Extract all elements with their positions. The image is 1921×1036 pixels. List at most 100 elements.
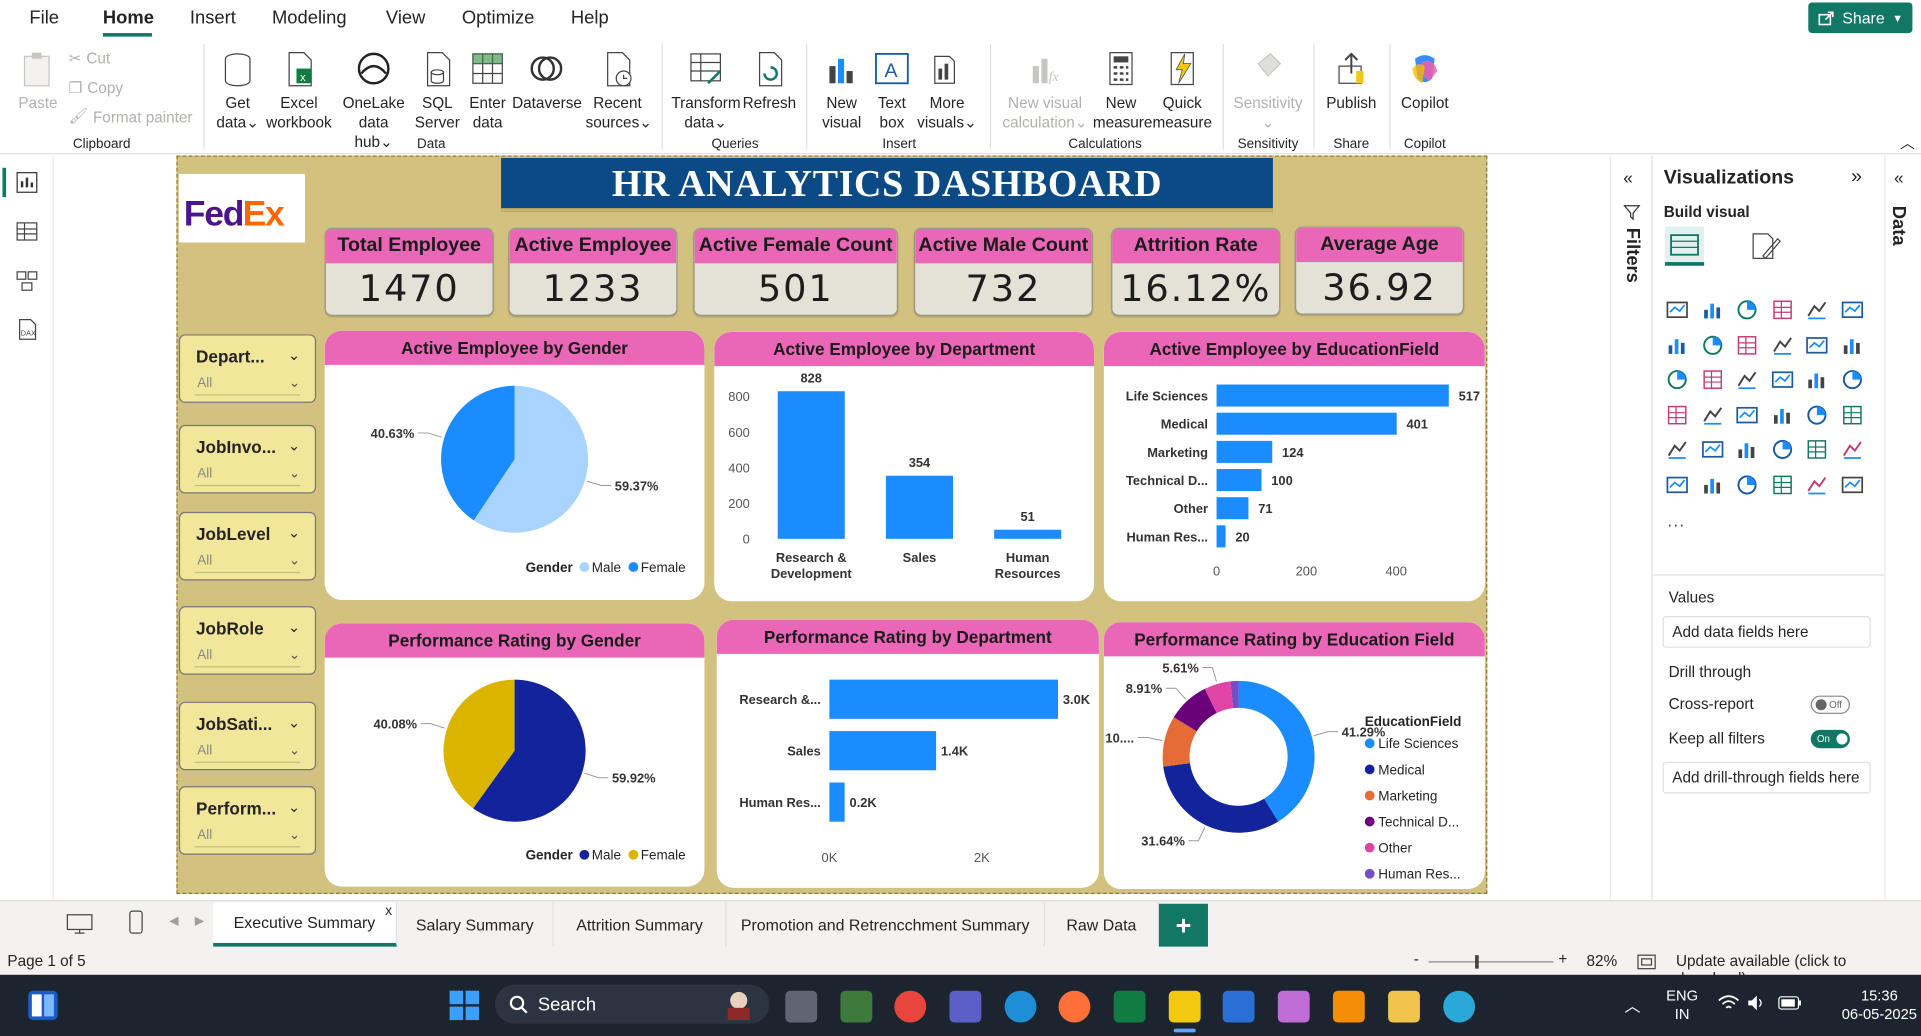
pie-slice[interactable] <box>1163 763 1279 833</box>
tab-promotion-summary[interactable]: Promotion and Retrencchment Summary <box>726 902 1046 947</box>
close-icon[interactable]: x <box>385 904 392 919</box>
r-visual-icon[interactable] <box>1805 437 1830 461</box>
card-active-by-department[interactable]: Active Employee by Department 0 200 400 600 8… <box>714 331 1095 602</box>
maps-app-icon[interactable] <box>1443 990 1476 1023</box>
more-visuals-icon[interactable]: ... <box>1667 511 1685 531</box>
kpi-attrition-rate[interactable]: Attrition Rate 16.12% <box>1111 227 1281 316</box>
card-performance-by-education[interactable]: Performance Rating by Education Field 41.… <box>1103 622 1485 890</box>
bar[interactable] <box>994 529 1062 539</box>
slicer-job-satisfaction[interactable]: JobSati... ⌄ All ⌄ <box>178 701 317 771</box>
excel-workbook-button[interactable]: x Excel workbook <box>265 49 334 132</box>
ribbon-chart-icon[interactable] <box>1805 332 1830 356</box>
values-drop-zone[interactable]: Add data fields here <box>1662 615 1871 648</box>
table-view-icon[interactable] <box>15 219 40 243</box>
zoom-slider[interactable] <box>1428 961 1554 963</box>
line-chart-icon[interactable] <box>1665 332 1690 356</box>
expand-pane-icon[interactable]: » <box>1851 167 1862 189</box>
bar[interactable] <box>885 475 954 539</box>
new-measure-button[interactable]: New measure <box>1093 49 1152 132</box>
wifi-icon[interactable] <box>1718 994 1740 1011</box>
stacked-bar-icon[interactable] <box>1665 298 1690 322</box>
slicer-job-role[interactable]: JobRole ⌄ All ⌄ <box>178 606 317 675</box>
kpi-active-male-count[interactable]: Active Male Count 732 <box>913 227 1093 316</box>
chrome-icon[interactable] <box>894 990 927 1023</box>
key-influencers-icon[interactable] <box>1665 472 1690 496</box>
bar[interactable] <box>1216 525 1226 548</box>
chevron-down-icon[interactable]: ⌄ <box>289 375 300 391</box>
slicer-icon[interactable] <box>1700 437 1725 461</box>
zoom-out-icon[interactable]: - <box>1414 950 1419 967</box>
tab-salary-summary[interactable]: Salary Summary <box>396 902 554 947</box>
format-visual-icon[interactable] <box>1748 229 1782 263</box>
legend-item[interactable]: Other <box>1378 841 1412 856</box>
stacked-bar-100-icon[interactable] <box>1735 298 1760 322</box>
more-visuals-button[interactable]: More visuals⌄ <box>916 49 977 132</box>
enter-data-button[interactable]: Enter data <box>466 49 510 132</box>
menu-home[interactable]: Home <box>103 7 154 28</box>
pie-slice[interactable] <box>1238 680 1315 822</box>
chevron-down-icon[interactable]: ⌄ <box>289 647 300 663</box>
bar[interactable] <box>1216 412 1397 435</box>
add-page-button[interactable]: + <box>1158 903 1208 947</box>
table-visual-icon[interactable] <box>1735 437 1760 461</box>
chevron-down-icon[interactable]: ⌄ <box>288 347 300 364</box>
card-performance-by-department[interactable]: Performance Rating by Department 3.0K Rese… <box>716 619 1099 888</box>
bar[interactable] <box>829 782 845 822</box>
slicer-job-involvement[interactable]: JobInvo... ⌄ All ⌄ <box>178 424 317 494</box>
chevron-down-icon[interactable]: ⌄ <box>288 798 300 815</box>
file-explorer-icon[interactable] <box>1388 990 1420 1023</box>
publish-button[interactable]: Publish <box>1321 49 1382 113</box>
transform-data-button[interactable]: Transform data⌄ <box>671 49 741 132</box>
sensitivity-button[interactable]: Sensitivity ⌄ <box>1230 49 1306 132</box>
text-box-button[interactable]: A Text box <box>870 49 914 132</box>
report-view-icon[interactable] <box>15 170 40 194</box>
tab-attrition-summary[interactable]: Attrition Summary <box>553 902 727 947</box>
map-icon[interactable] <box>1665 402 1690 426</box>
mobile-view-icon[interactable] <box>127 910 144 934</box>
dax-query-view-icon[interactable]: DAX <box>15 317 40 341</box>
legend-item[interactable]: Medical <box>1378 762 1424 777</box>
zoom-slider-thumb[interactable] <box>1475 955 1479 969</box>
windows-start-icon[interactable] <box>448 989 480 1021</box>
cut-button[interactable]: ✂ Cut <box>69 49 111 68</box>
zoom-in-icon[interactable]: + <box>1558 950 1567 967</box>
kpi-average-age[interactable]: Average Age 36.92 <box>1294 226 1465 315</box>
decomposition-tree-icon[interactable] <box>1700 472 1725 496</box>
collapse-filters-icon[interactable]: « <box>1623 168 1633 188</box>
legend-item[interactable]: Marketing <box>1378 788 1437 803</box>
menu-modeling[interactable]: Modeling <box>272 7 347 28</box>
copilot-app-icon[interactable] <box>1277 990 1310 1023</box>
dataverse-button[interactable]: Dataverse <box>512 49 582 113</box>
bar[interactable] <box>1216 469 1262 492</box>
collapse-ribbon-icon[interactable]: ︿ <box>1900 132 1915 153</box>
card-active-by-gender[interactable]: Active Employee by Gender 59.37% 40.63% Gen… <box>324 330 705 601</box>
widgets-icon[interactable] <box>27 989 59 1021</box>
chevron-down-icon[interactable]: ⌄ <box>288 714 300 731</box>
legend-item[interactable]: Male <box>592 848 621 863</box>
chevron-down-icon[interactable]: ⌄ <box>288 524 300 541</box>
slicer-department[interactable]: Depart... ⌄ All ⌄ <box>178 334 317 403</box>
narrative-icon[interactable] <box>1770 472 1795 496</box>
new-visual-button[interactable]: New visual <box>816 49 867 132</box>
chevron-down-icon[interactable]: ⌄ <box>288 618 300 635</box>
menu-file[interactable]: File <box>29 7 59 28</box>
pie-icon[interactable] <box>1770 367 1795 391</box>
language-indicator[interactable]: ENG IN <box>1661 987 1703 1024</box>
bar[interactable] <box>829 731 937 771</box>
chevron-down-icon[interactable]: ⌄ <box>289 827 300 843</box>
legend-item[interactable]: Female <box>641 560 686 575</box>
copy-button[interactable]: ❐ Copy <box>69 78 123 97</box>
legend-item[interactable]: Life Sciences <box>1378 736 1458 751</box>
bar[interactable] <box>1216 497 1249 520</box>
bar-icon[interactable] <box>1805 298 1830 322</box>
chevron-up-icon[interactable]: ︿ <box>1625 993 1641 1016</box>
column-100-icon[interactable] <box>1840 298 1865 322</box>
sql-server-button[interactable]: SQL Server <box>414 49 461 132</box>
legend-item[interactable]: Male <box>592 560 621 575</box>
waterfall-icon[interactable] <box>1840 332 1865 356</box>
slicer-performance[interactable]: Perform... ⌄ All ⌄ <box>178 786 317 855</box>
next-page-icon[interactable]: ▶ <box>195 915 204 928</box>
stacked-area-icon[interactable] <box>1735 332 1760 356</box>
data-pane[interactable]: « <box>1884 155 1921 901</box>
funnel-chart-icon[interactable] <box>1700 367 1725 391</box>
